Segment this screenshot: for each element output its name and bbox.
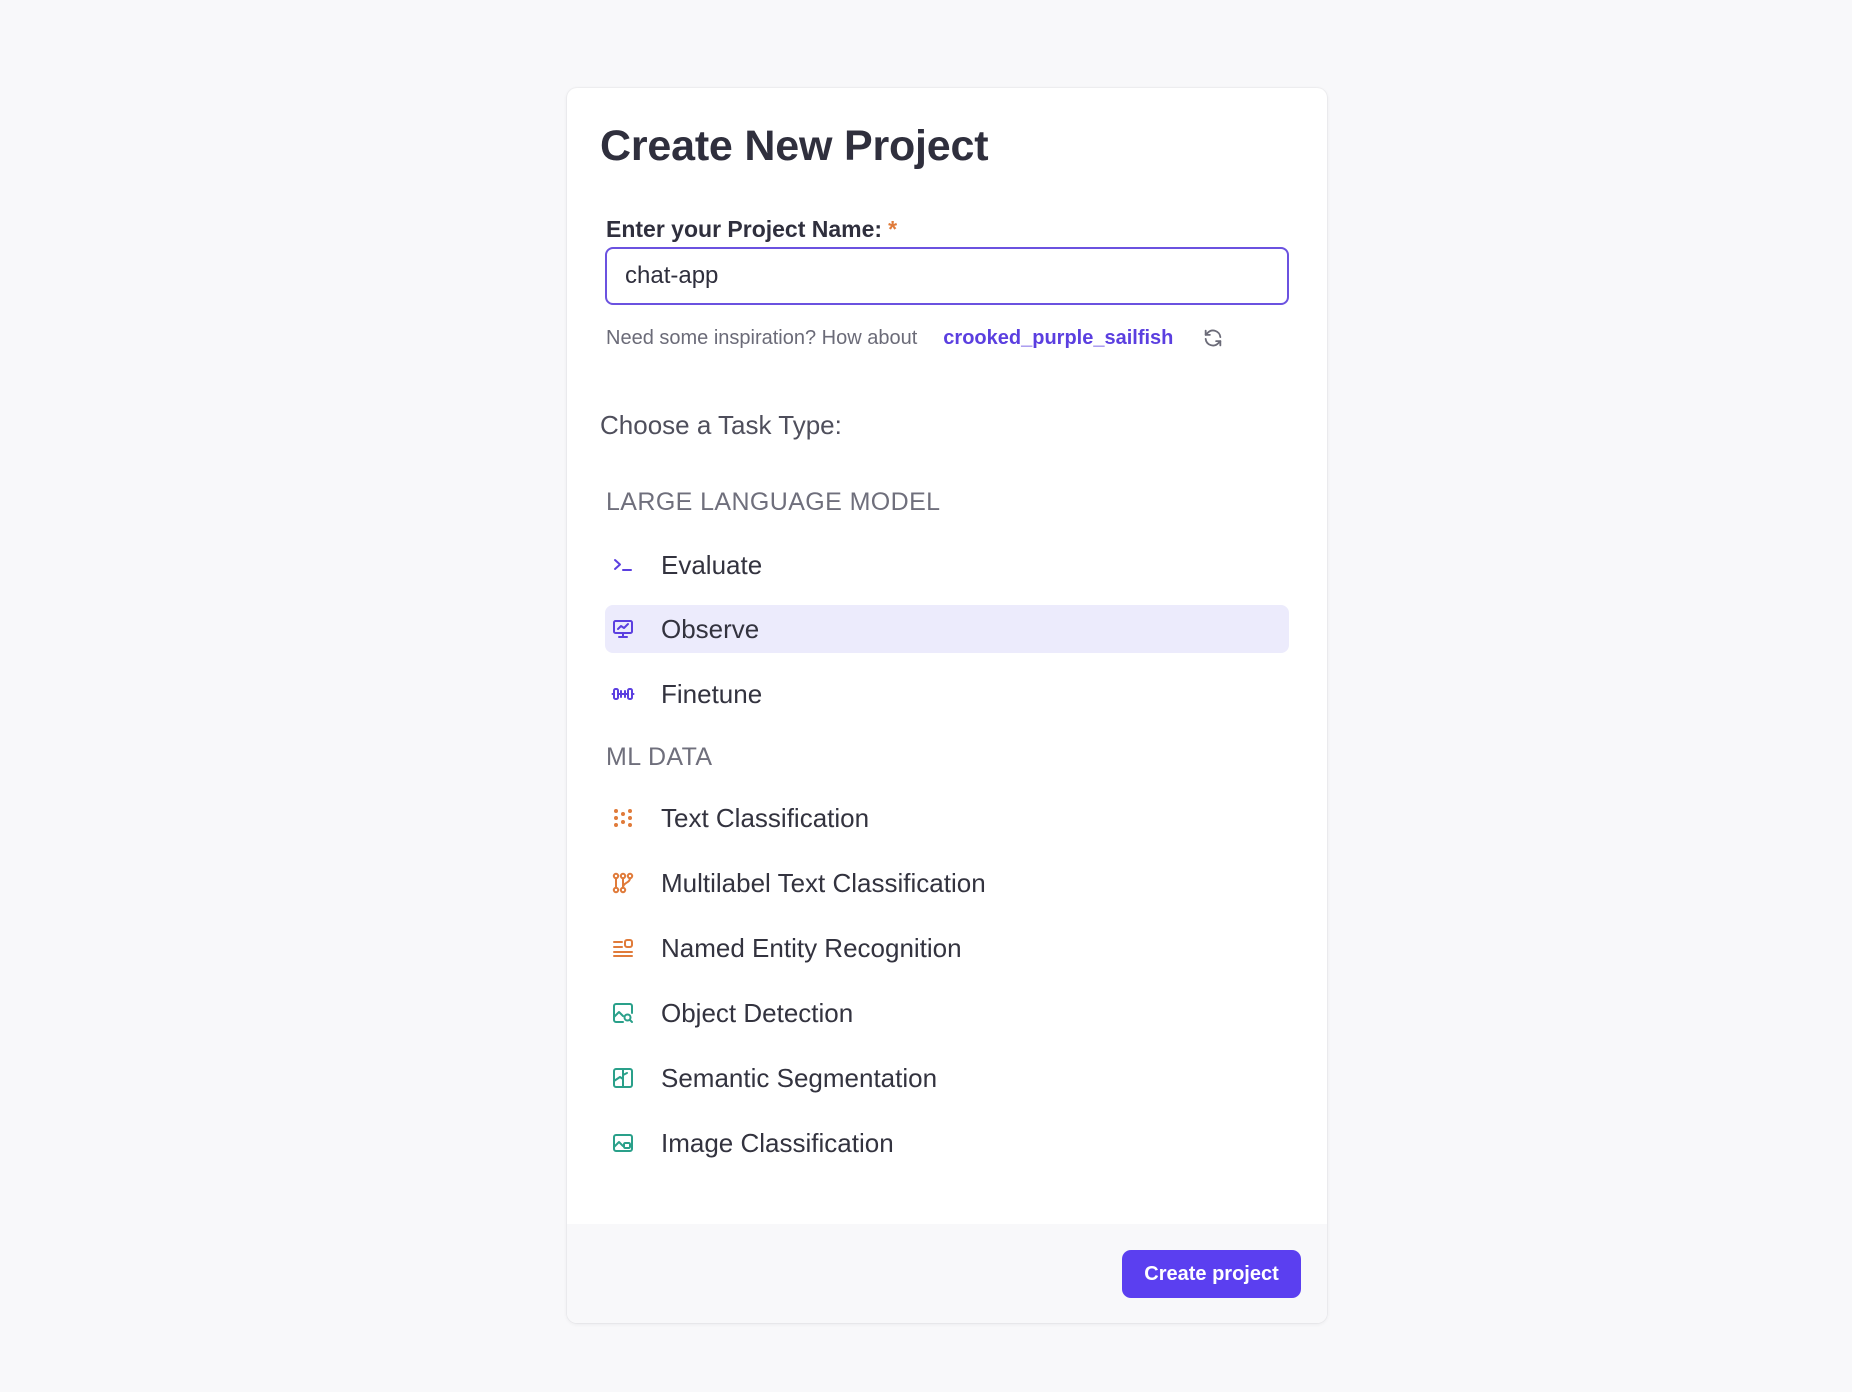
- text-tag-icon: [605, 936, 661, 960]
- project-name-label-text: Enter your Project Name:: [606, 216, 883, 242]
- task-label: Object Detection: [661, 997, 854, 1028]
- create-project-dialog: Create New Project Enter your Project Na…: [567, 88, 1327, 1323]
- task-label: Finetune: [661, 678, 763, 709]
- task-label: Observe: [661, 613, 760, 644]
- required-marker: *: [888, 216, 898, 242]
- task-label: Text Classification: [661, 802, 870, 833]
- image-search-icon: [605, 1001, 661, 1025]
- group-heading-ml-data: ML DATA: [606, 743, 713, 771]
- task-item-multilabel-text-classification[interactable]: Multilabel Text Classification: [605, 859, 1289, 907]
- task-item-observe[interactable]: Observe: [605, 605, 1289, 653]
- task-item-semantic-segmentation[interactable]: Semantic Segmentation: [605, 1054, 1289, 1102]
- inspiration-prompt: Need some inspiration? How about: [606, 326, 918, 349]
- task-label: Image Classification: [661, 1127, 894, 1158]
- page-title: Create New Project: [600, 122, 989, 170]
- task-item-finetune[interactable]: Finetune: [605, 670, 1289, 718]
- nodes-icon: [605, 871, 661, 895]
- dots-grid-icon: [605, 806, 661, 830]
- task-item-image-classification[interactable]: Image Classification: [605, 1119, 1289, 1167]
- refresh-icon[interactable]: [1201, 326, 1225, 350]
- monitor-chart-icon: [605, 617, 661, 641]
- task-label: Named Entity Recognition: [661, 932, 962, 963]
- task-item-named-entity-recognition[interactable]: Named Entity Recognition: [605, 924, 1289, 972]
- suggested-name-link[interactable]: crooked_purple_sailfish: [943, 327, 1173, 350]
- project-name-input[interactable]: [605, 247, 1289, 305]
- task-item-evaluate[interactable]: Evaluate: [605, 541, 1289, 589]
- inspiration-row: Need some inspiration? How about crooked…: [606, 323, 1225, 353]
- task-label: Semantic Segmentation: [661, 1062, 938, 1093]
- task-label: Multilabel Text Classification: [661, 867, 986, 898]
- task-type-heading: Choose a Task Type:: [600, 410, 842, 440]
- task-label: Evaluate: [661, 549, 763, 580]
- task-item-object-detection[interactable]: Object Detection: [605, 989, 1289, 1037]
- image-label-icon: [605, 1131, 661, 1155]
- dialog-footer: Create project: [567, 1224, 1327, 1323]
- terminal-icon: [605, 553, 661, 577]
- project-name-label: Enter your Project Name: *: [606, 216, 897, 243]
- dumbbell-icon: [605, 682, 661, 706]
- group-heading-llm: LARGE LANGUAGE MODEL: [606, 488, 941, 516]
- create-project-button[interactable]: Create project: [1122, 1250, 1301, 1298]
- segment-icon: [605, 1066, 661, 1090]
- task-item-text-classification[interactable]: Text Classification: [605, 794, 1289, 842]
